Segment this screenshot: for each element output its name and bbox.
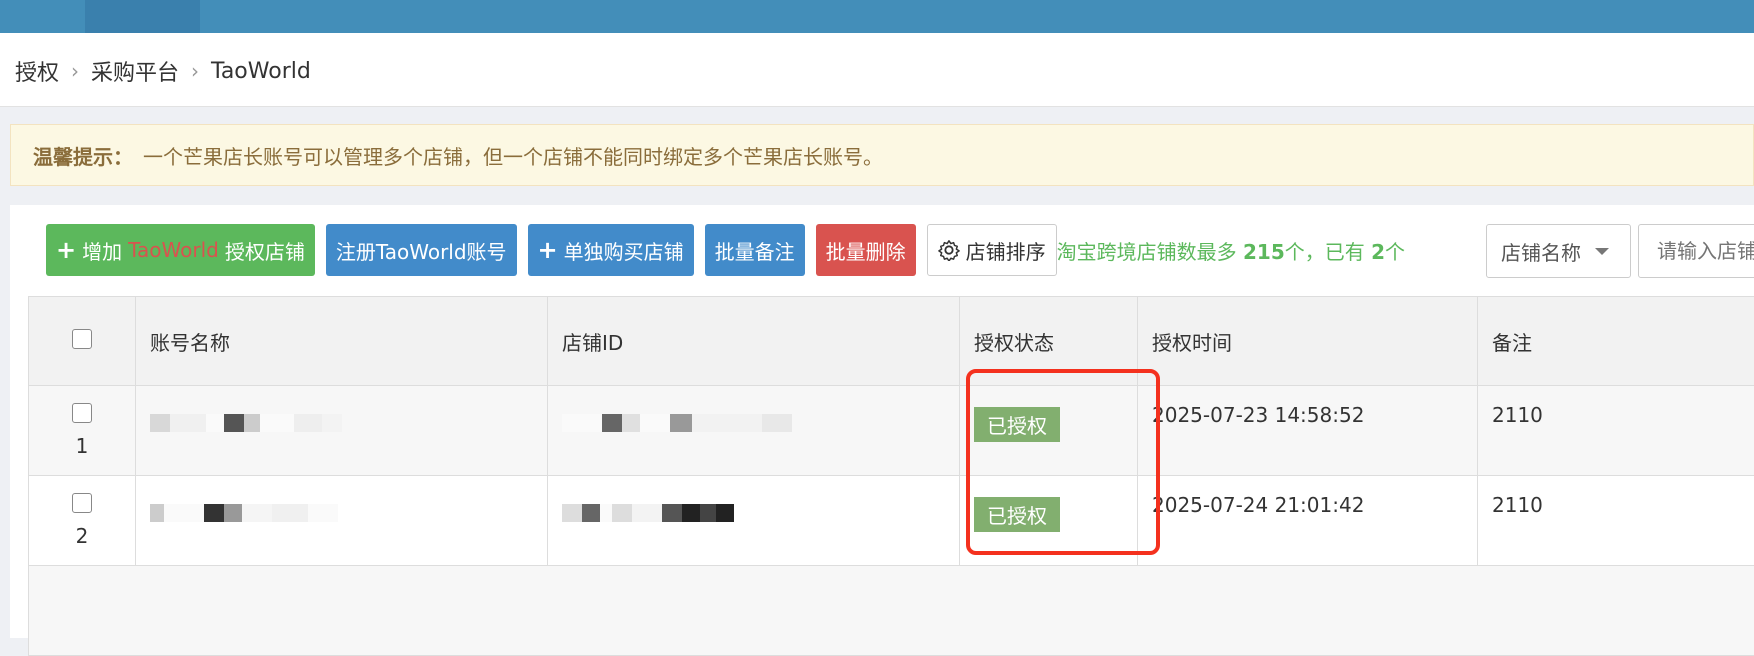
shop-table: 账号名称 店铺ID 授权状态 授权时间 备注 1	[28, 296, 1754, 656]
row-select-cell: 1	[29, 386, 136, 476]
redacted-account-name	[150, 499, 338, 519]
buy-shop-button[interactable]: + 单独购买店铺	[528, 224, 694, 276]
batch-delete-label: 批量删除	[826, 236, 906, 265]
warm-tip-notice: 温馨提示： 一个芒果店长账号可以管理多个店铺，但一个店铺不能同时绑定多个芒果店长…	[10, 124, 1754, 186]
chevron-right-icon: ›	[71, 59, 79, 83]
breadcrumb-bar: 授权 › 采购平台 › TaoWorld	[0, 33, 1754, 107]
breadcrumb-item-authorize[interactable]: 授权	[15, 55, 59, 87]
toolbar: + 增加 TaoWorld 授权店铺 注册TaoWorld账号 + 单独购买店铺…	[46, 224, 1405, 276]
header-account-name: 账号名称	[136, 297, 548, 386]
add-button-suffix: 授权店铺	[225, 236, 305, 265]
top-navbar	[0, 0, 1754, 33]
redacted-shop-id	[562, 409, 792, 429]
caret-down-icon	[1595, 248, 1609, 255]
redacted-account-name	[150, 409, 342, 429]
table-header-row: 账号名称 店铺ID 授权状态 授权时间 备注	[29, 297, 1754, 386]
note-cell[interactable]: 2110	[1478, 476, 1754, 566]
notice-text: 一个芒果店长账号可以管理多个店铺，但一个店铺不能同时绑定多个芒果店长账号。	[143, 141, 883, 170]
plus-icon: +	[538, 236, 558, 264]
shop-id-cell	[548, 386, 960, 476]
register-button-label: 注册TaoWorld账号	[336, 236, 507, 265]
quota-prefix: 淘宝跨境店铺数最多	[1057, 240, 1237, 264]
register-account-button[interactable]: 注册TaoWorld账号	[326, 224, 517, 276]
add-authorized-shop-button[interactable]: + 增加 TaoWorld 授权店铺	[46, 224, 315, 276]
shop-quota-text: 淘宝跨境店铺数最多 215个，已有 2个	[1057, 236, 1405, 265]
auth-status-cell: 已授权	[960, 386, 1138, 476]
auth-status-cell: 已授权	[960, 476, 1138, 566]
gear-icon	[938, 239, 960, 261]
buy-shop-label: 单独购买店铺	[564, 236, 684, 265]
row-number: 1	[29, 434, 135, 458]
status-badge: 已授权	[974, 407, 1060, 442]
breadcrumb: 授权 › 采购平台 › TaoWorld	[15, 55, 311, 87]
shop-search-input[interactable]	[1638, 224, 1754, 278]
status-badge: 已授权	[974, 497, 1060, 532]
breadcrumb-item-purchase-platform[interactable]: 采购平台	[91, 55, 179, 87]
row-checkbox[interactable]	[72, 493, 92, 513]
account-name-cell	[136, 386, 548, 476]
auth-time-cell: 2025-07-23 14:58:52	[1138, 386, 1478, 476]
batch-delete-button[interactable]: 批量删除	[816, 224, 916, 276]
header-select-all-cell	[29, 297, 136, 386]
batch-note-button[interactable]: 批量备注	[705, 224, 805, 276]
table-footer-cell	[29, 566, 1754, 656]
shop-sort-label: 店铺排序	[966, 236, 1046, 265]
row-select-cell: 2	[29, 476, 136, 566]
quota-mid: 个，已有	[1285, 240, 1365, 264]
top-nav-active-tab[interactable]	[85, 0, 200, 33]
table-row: 1 已授权 2025-07-23 14:58:52 2110	[29, 386, 1754, 476]
shop-sort-button[interactable]: 店铺排序	[927, 224, 1057, 276]
add-button-prefix: 增加	[82, 236, 122, 265]
quota-have: 2	[1371, 240, 1385, 264]
header-shop-id: 店铺ID	[548, 297, 960, 386]
header-auth-time: 授权时间	[1138, 297, 1478, 386]
account-name-cell	[136, 476, 548, 566]
auth-time-cell: 2025-07-24 21:01:42	[1138, 476, 1478, 566]
row-number: 2	[29, 524, 135, 548]
select-all-checkbox[interactable]	[72, 329, 92, 349]
header-auth-status: 授权状态	[960, 297, 1138, 386]
redacted-shop-id	[562, 499, 734, 519]
add-button-brand: TaoWorld	[128, 238, 219, 262]
shop-id-cell	[548, 476, 960, 566]
chevron-right-icon: ›	[191, 59, 199, 83]
notice-label: 温馨提示：	[33, 141, 133, 170]
quota-max: 215	[1243, 240, 1285, 264]
table-footer-row	[29, 566, 1754, 656]
table-row: 2 已授权 2025-07-24 21:01:42 2110	[29, 476, 1754, 566]
main-panel: + 增加 TaoWorld 授权店铺 注册TaoWorld账号 + 单独购买店铺…	[10, 205, 1754, 638]
batch-note-label: 批量备注	[715, 236, 795, 265]
breadcrumb-item-taoworld: TaoWorld	[211, 59, 311, 84]
note-cell[interactable]: 2110	[1478, 386, 1754, 476]
quota-suffix: 个	[1385, 240, 1405, 264]
search-field-select[interactable]: 店铺名称	[1486, 224, 1631, 278]
row-checkbox[interactable]	[72, 403, 92, 423]
header-note: 备注	[1478, 297, 1754, 386]
plus-icon: +	[56, 236, 76, 264]
search-field-select-value: 店铺名称	[1501, 237, 1581, 266]
